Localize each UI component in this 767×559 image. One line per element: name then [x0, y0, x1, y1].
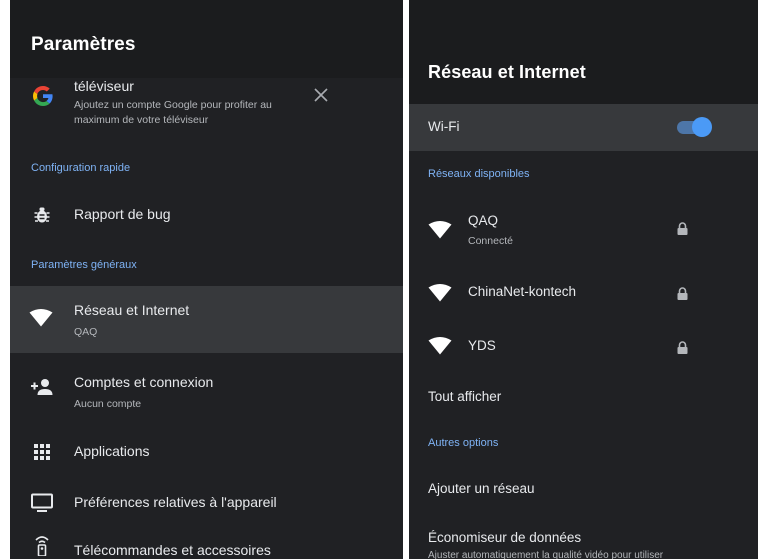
google-logo-icon	[29, 78, 57, 114]
menu-item-label: Télécommandes et accessoires	[74, 542, 271, 558]
settings-panel: Paramètres téléviseur Ajoutez un compte …	[10, 0, 403, 559]
section-quick-setup: Configuration rapide	[31, 162, 131, 174]
close-icon[interactable]	[310, 84, 332, 106]
section-general-settings: Paramètres généraux	[31, 259, 137, 271]
menu-item-label: Préférences relatives à l'appareil	[74, 494, 277, 510]
menu-item-sub: QAQ	[74, 326, 98, 338]
wifi-label: Wi-Fi	[428, 119, 460, 134]
show-all-networks[interactable]: Tout afficher	[428, 389, 501, 404]
account-card-title: téléviseur	[74, 78, 134, 94]
account-card-desc-line2: maximum de votre téléviseur	[74, 114, 209, 126]
network-item[interactable]: YDS	[409, 326, 758, 368]
page-title: Paramètres	[31, 34, 136, 55]
menu-item-network-internet[interactable]: Réseau et Internet QAQ	[10, 286, 403, 353]
section-available-networks: Réseaux disponibles	[428, 168, 530, 180]
network-item[interactable]: ChinaNet-kontech	[409, 272, 758, 314]
remote-icon	[31, 534, 53, 556]
network-name: ChinaNet-kontech	[468, 284, 577, 299]
add-account-icon	[28, 376, 56, 398]
network-header: Réseau et Internet	[409, 0, 758, 104]
network-panel: Réseau et Internet Wi-Fi Réseaux disponi…	[409, 0, 758, 559]
menu-item-remotes-accessories[interactable]: Télécommandes et accessoires	[10, 531, 403, 559]
menu-item-label: Comptes et connexion	[74, 374, 214, 390]
network-page-title: Réseau et Internet	[428, 62, 586, 82]
add-google-account-card[interactable]: téléviseur Ajoutez un compte Google pour…	[10, 78, 403, 148]
add-network-item[interactable]: Ajouter un réseau	[428, 481, 535, 496]
menu-item-accounts[interactable]: Comptes et connexion Aucun compte	[10, 358, 403, 422]
wifi-toggle-knob[interactable]	[692, 117, 712, 137]
network-item[interactable]: QAQ Connecté	[409, 202, 758, 260]
lock-icon	[674, 284, 690, 302]
settings-header: Paramètres	[10, 0, 403, 78]
data-saver-label: Économiseur de données	[428, 530, 582, 545]
lock-icon	[674, 338, 690, 356]
network-name: QAQ	[468, 213, 499, 228]
data-saver-desc: Ajuster automatiquement la qualité vidéo…	[428, 550, 664, 559]
wifi-signal-icon	[427, 281, 453, 305]
menu-item-bug-report[interactable]: Rapport de bug	[10, 193, 403, 237]
menu-item-sub: Aucun compte	[74, 398, 142, 410]
network-name: YDS	[468, 338, 496, 353]
network-status: Connecté	[468, 235, 513, 247]
bug-icon	[30, 203, 54, 227]
menu-item-label: Rapport de bug	[74, 206, 171, 222]
lock-icon	[674, 219, 690, 237]
wifi-signal-icon	[427, 334, 453, 358]
data-saver-item[interactable]: Économiseur de données Ajuster automatiq…	[409, 525, 758, 559]
menu-item-applications[interactable]: Applications	[10, 430, 403, 474]
wifi-signal-icon	[427, 218, 453, 242]
section-other-options: Autres options	[428, 437, 499, 449]
menu-item-label: Réseau et Internet	[74, 302, 190, 318]
account-card-desc-line1: Ajoutez un compte Google pour profiter a…	[74, 99, 272, 111]
menu-item-device-preferences[interactable]: Préférences relatives à l'appareil	[10, 481, 403, 525]
menu-item-label: Applications	[74, 443, 150, 459]
wifi-icon	[28, 306, 54, 330]
apps-grid-icon	[31, 441, 53, 463]
tv-display-icon	[29, 491, 55, 515]
